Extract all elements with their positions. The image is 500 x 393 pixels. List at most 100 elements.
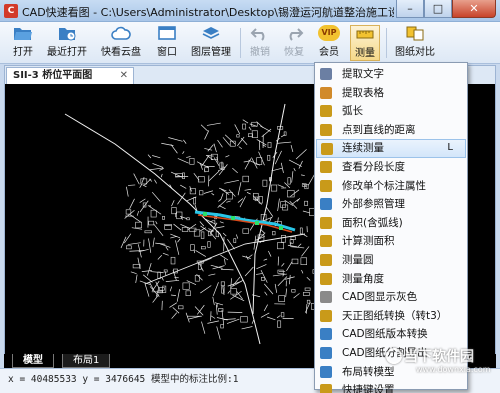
layer-manager-button[interactable]: 图层管理 xyxy=(188,25,234,61)
cad-line xyxy=(266,316,276,321)
cloud-drive-button[interactable]: 快看云盘 xyxy=(98,25,144,61)
menu-item[interactable]: 连续测量 L xyxy=(316,139,466,158)
menu-item[interactable]: 外部参照管理 xyxy=(316,195,466,214)
cad-line xyxy=(221,309,225,325)
cad-line xyxy=(258,151,265,166)
maximize-button[interactable]: □ xyxy=(424,0,452,18)
cad-line xyxy=(303,234,308,238)
menu-item[interactable]: 天正图纸转换（转t3） xyxy=(316,307,466,326)
cad-building xyxy=(159,287,165,291)
menu-item[interactable]: 计算测面积 xyxy=(316,232,466,251)
xref-manager-icon xyxy=(320,198,332,211)
menu-item[interactable]: CAD图显示灰色 xyxy=(316,288,466,307)
cad-marker xyxy=(231,216,235,220)
cad-line xyxy=(200,124,209,132)
open-button[interactable]: 打开 xyxy=(6,25,40,61)
minimize-button[interactable]: – xyxy=(396,0,424,18)
cad-line xyxy=(136,210,140,216)
cad-line xyxy=(185,312,190,323)
cad-line xyxy=(172,307,180,314)
cad-building xyxy=(135,221,142,229)
vip-button[interactable]: VIP 会员 xyxy=(314,25,344,61)
cad-line xyxy=(293,168,296,172)
window-button[interactable]: 窗口 xyxy=(154,25,180,61)
undo-label: 撤销 xyxy=(250,47,270,58)
cad-line xyxy=(170,294,176,296)
tangent-convert-icon xyxy=(320,309,332,322)
cad-building xyxy=(290,236,296,240)
menu-item[interactable]: 提取文字 xyxy=(316,65,466,84)
redo-button[interactable]: 恢复 xyxy=(280,25,308,61)
cad-line xyxy=(215,226,225,229)
cad-line xyxy=(180,184,187,189)
cad-building xyxy=(144,230,152,234)
tab-close-icon[interactable]: ✕ xyxy=(120,68,128,83)
document-tab-label: SII-3 桥位平面图 xyxy=(13,70,93,81)
cad-line xyxy=(260,269,268,283)
cad-line xyxy=(206,122,221,126)
menu-item-label: 点到直线的距离 xyxy=(342,123,416,136)
cad-line xyxy=(182,151,185,155)
cad-building xyxy=(267,154,271,161)
cad-building xyxy=(236,134,240,138)
menu-item[interactable]: CAD图纸版本转换 xyxy=(316,325,466,344)
cad-line xyxy=(211,193,215,196)
toolbar-separator xyxy=(386,28,387,58)
cad-line xyxy=(212,282,219,296)
cad-line xyxy=(289,274,291,285)
arc-length-icon xyxy=(320,105,332,118)
recent-button[interactable]: 最近打开 xyxy=(44,25,90,61)
menu-item[interactable]: 点到直线的距离 xyxy=(316,121,466,140)
tab-model[interactable]: 模型 xyxy=(12,354,54,368)
cad-building xyxy=(200,231,205,239)
menu-item-label: 弧长 xyxy=(342,105,363,118)
cad-building xyxy=(148,220,155,226)
recent-label: 最近打开 xyxy=(47,47,87,58)
menu-item-label: 测量角度 xyxy=(342,272,384,285)
edit-dimension-icon xyxy=(320,179,332,192)
cad-line xyxy=(168,137,183,142)
cad-line xyxy=(150,271,164,274)
measure-button[interactable]: 测量 xyxy=(350,25,380,61)
cad-line xyxy=(165,279,180,282)
menu-item[interactable]: 测量圆 xyxy=(316,251,466,270)
cad-line xyxy=(218,199,221,202)
menu-item-label: 连续测量 xyxy=(342,142,384,155)
cad-line xyxy=(173,223,182,231)
cad-line xyxy=(295,149,307,160)
redo-label: 恢复 xyxy=(284,47,304,58)
cad-line xyxy=(244,188,252,191)
cad-line xyxy=(261,128,272,138)
menu-item-label: 计算测面积 xyxy=(342,235,395,248)
cad-building xyxy=(142,202,147,208)
menu-item[interactable]: 弧长 xyxy=(316,102,466,121)
cad-line xyxy=(305,303,308,314)
menu-item[interactable]: 快捷键设置 xyxy=(316,381,466,393)
document-tab[interactable]: SII-3 桥位平面图 ✕ xyxy=(6,67,134,84)
cad-line xyxy=(297,243,302,248)
measure-dropdown-menu: 提取文字提取表格弧长点到直线的距离 连续测量 L 查看分段长度 修改单个标注属性 外部参照… xyxy=(314,62,468,393)
cad-line xyxy=(238,146,242,150)
menu-item[interactable]: 面积(含弧线) xyxy=(316,214,466,233)
close-button[interactable]: ✕ xyxy=(452,0,496,18)
menu-item[interactable]: 修改单个标注属性 xyxy=(316,177,466,196)
tab-layout1[interactable]: 布局1 xyxy=(62,354,111,368)
cad-building xyxy=(176,211,183,220)
undo-button[interactable]: 撤销 xyxy=(246,25,274,61)
menu-item[interactable]: 测量角度 xyxy=(316,270,466,289)
cad-building xyxy=(182,282,190,290)
redo-icon xyxy=(289,28,304,41)
watermark-url: www.downxia.com xyxy=(416,365,491,374)
cad-line xyxy=(220,254,229,261)
cad-building xyxy=(299,227,303,235)
menu-item-shortcut: L xyxy=(447,142,453,154)
window-title: CAD快速看图 - C:\Users\Administrator\Desktop… xyxy=(22,6,394,19)
compare-button[interactable]: 图纸对比 xyxy=(392,25,438,61)
menu-item[interactable]: 查看分段长度 xyxy=(316,158,466,177)
cad-building xyxy=(185,290,191,296)
cad-line xyxy=(251,319,255,324)
menu-item[interactable]: 提取表格 xyxy=(316,84,466,103)
menu-item-label: 提取表格 xyxy=(342,86,384,99)
window-icon xyxy=(158,26,176,40)
cad-line xyxy=(217,139,223,148)
